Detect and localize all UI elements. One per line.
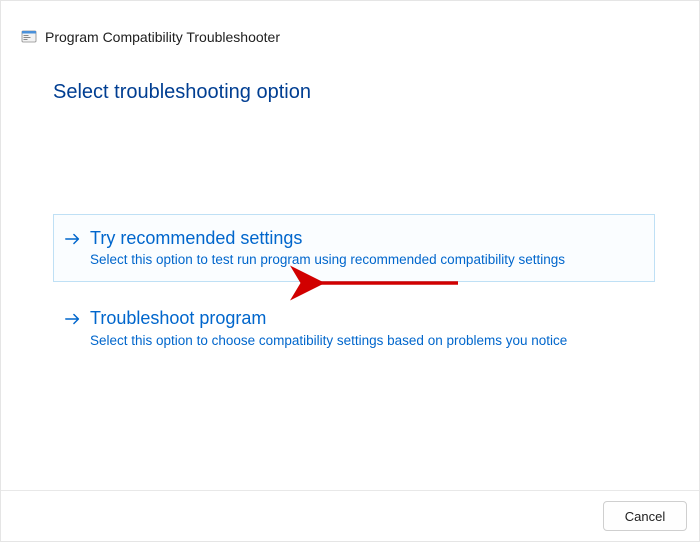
- option-troubleshoot-program[interactable]: Troubleshoot program Select this option …: [53, 294, 655, 362]
- page-heading: Select troubleshooting option: [1, 55, 699, 104]
- header: Program Compatibility Troubleshooter: [1, 1, 699, 55]
- wizard-icon: [21, 29, 37, 45]
- option-title: Troubleshoot program: [90, 307, 567, 330]
- option-description: Select this option to choose compatibili…: [90, 333, 567, 348]
- arrow-right-icon: [64, 230, 82, 253]
- footer: Cancel: [1, 490, 699, 541]
- window-title: Program Compatibility Troubleshooter: [45, 29, 280, 45]
- option-title: Try recommended settings: [90, 227, 565, 250]
- arrow-right-icon: [64, 310, 82, 333]
- close-button[interactable]: [657, 11, 687, 41]
- cancel-button[interactable]: Cancel: [603, 501, 687, 531]
- option-description: Select this option to test run program u…: [90, 252, 565, 267]
- option-try-recommended[interactable]: Try recommended settings Select this opt…: [53, 214, 655, 282]
